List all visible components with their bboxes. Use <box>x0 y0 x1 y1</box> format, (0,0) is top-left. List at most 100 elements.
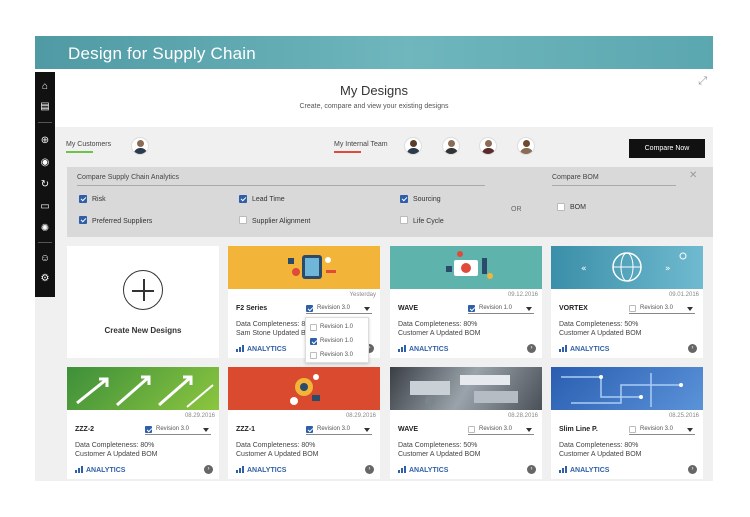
analytics-link-label: ANALYTICS <box>247 467 287 474</box>
arrow-right-icon[interactable]: › <box>365 465 374 474</box>
refresh-icon[interactable]: ↻ <box>38 178 52 192</box>
chevron-down-icon[interactable] <box>364 307 370 311</box>
team-avatar-4[interactable] <box>517 137 535 155</box>
design-thumbnail[interactable] <box>551 367 703 410</box>
analytics-link-label: ANALYTICS <box>570 467 610 474</box>
preferred-suppliers-checkbox[interactable] <box>79 216 87 224</box>
settings-icon[interactable]: ⚙ <box>38 272 52 286</box>
page-header: My Designs Create, compare and view your… <box>35 69 713 127</box>
chevron-down-icon[interactable] <box>526 307 532 311</box>
bar-chart-icon <box>236 345 244 352</box>
design-card[interactable]: 09.12.2016 WAVE Revision 1.0 Data Comple… <box>390 246 542 358</box>
analytics-link[interactable]: ANALYTICS <box>75 466 125 474</box>
compare-checkbox[interactable] <box>468 426 475 433</box>
team-avatar-1[interactable] <box>404 137 422 155</box>
arrow-right-icon[interactable]: › <box>527 465 536 474</box>
chevron-down-icon[interactable] <box>687 428 693 432</box>
compare-now-button[interactable]: Compare Now <box>629 139 705 158</box>
top-bar: Design for Supply Chain <box>35 36 713 69</box>
option-checkbox[interactable] <box>310 338 317 345</box>
design-card[interactable]: 08.28.2016 WAVE Revision 3.0 Data Comple… <box>390 367 542 479</box>
design-card[interactable]: 08.25.2016 Slim Line P. Revision 3.0 Dat… <box>551 367 703 479</box>
internal-team-underline <box>334 151 361 153</box>
lead-time-checkbox[interactable] <box>239 195 247 203</box>
design-thumbnail[interactable] <box>228 246 380 289</box>
analytics-link[interactable]: ANALYTICS <box>236 466 286 474</box>
revision-value: Revision 1.0 <box>479 305 513 311</box>
compare-checkbox[interactable] <box>629 305 636 312</box>
dashboard-icon[interactable]: ▤ <box>38 100 52 114</box>
arrow-right-icon[interactable]: › <box>527 344 536 353</box>
compare-checkbox[interactable] <box>306 426 313 433</box>
chevron-down-icon[interactable] <box>203 428 209 432</box>
data-completeness: Data Completeness: 50% <box>398 442 478 449</box>
data-completeness: Data Completeness: 80% <box>75 442 155 449</box>
option-checkbox[interactable] <box>310 324 317 331</box>
arrow-right-icon[interactable]: › <box>688 344 697 353</box>
team-avatar-3[interactable] <box>479 137 497 155</box>
metal-parts-illustration-icon <box>410 375 518 406</box>
design-thumbnail[interactable] <box>390 246 542 289</box>
sourcing-checkbox[interactable] <box>400 195 408 203</box>
update-note: Customer A Updated BOM <box>75 451 158 458</box>
arrow-right-icon[interactable]: › <box>204 465 213 474</box>
revision-select[interactable]: Revision 3.0 <box>468 425 534 435</box>
risk-checkbox[interactable] <box>79 195 87 203</box>
compare-checkbox[interactable] <box>468 305 475 312</box>
compare-checkbox[interactable] <box>145 426 152 433</box>
life-cycle-checkbox[interactable] <box>400 216 408 224</box>
compare-checkbox[interactable] <box>306 305 313 312</box>
internal-team-label[interactable]: My Internal Team <box>334 141 388 148</box>
chevron-down-icon[interactable] <box>364 428 370 432</box>
card-date: 08.28.2016 <box>507 413 538 419</box>
design-thumbnail[interactable] <box>67 367 219 410</box>
analytics-link[interactable]: ANALYTICS <box>559 345 609 353</box>
home-icon[interactable]: ⌂ <box>38 80 52 94</box>
analytics-link[interactable]: ANALYTICS <box>398 466 448 474</box>
customer-avatar[interactable] <box>131 137 149 155</box>
chat-icon[interactable]: ◉ <box>38 156 52 170</box>
team-avatar-2[interactable] <box>442 137 460 155</box>
monitor-icon[interactable]: ▭ <box>38 200 52 214</box>
revision-select[interactable]: Revision 1.0 <box>468 304 534 314</box>
user-icon[interactable]: ☺ <box>38 252 52 266</box>
revision-select[interactable]: Revision 3.0 <box>306 304 372 314</box>
preferred-suppliers-label: Preferred Suppliers <box>92 218 153 225</box>
revision-select[interactable]: Revision 3.0 <box>629 425 695 435</box>
chevron-down-icon[interactable] <box>687 307 693 311</box>
plus-icon[interactable] <box>123 270 163 310</box>
card-name: Slim Line P. <box>559 426 598 433</box>
design-card[interactable]: 08.29.2016 ZZZ-1 Revision 3.0 Data Compl… <box>228 367 380 479</box>
lead-time-label: Lead Time <box>252 196 285 203</box>
design-thumbnail[interactable] <box>228 367 380 410</box>
analytics-link-label: ANALYTICS <box>409 346 449 353</box>
close-icon[interactable]: ✕ <box>689 170 697 181</box>
supplier-alignment-checkbox[interactable] <box>239 216 247 224</box>
design-thumbnail[interactable]: « » <box>551 246 703 289</box>
analytics-link[interactable]: ANALYTICS <box>236 345 286 353</box>
revision-select[interactable]: Revision 3.0 <box>629 304 695 314</box>
revision-select[interactable]: Revision 3.0 <box>306 425 372 435</box>
option-checkbox[interactable] <box>310 352 317 359</box>
revision-select[interactable]: Revision 3.0 <box>145 425 211 435</box>
tech-illustration-icon <box>446 251 493 279</box>
sidebar-divider <box>38 242 52 243</box>
analytics-link[interactable]: ANALYTICS <box>398 345 448 353</box>
analytics-link-label: ANALYTICS <box>247 346 287 353</box>
option-label: Revision 1.0 <box>320 338 354 344</box>
analytics-link[interactable]: ANALYTICS <box>559 466 609 474</box>
chevron-down-icon[interactable] <box>526 428 532 432</box>
data-completeness: Data Completeness: 80% <box>236 442 316 449</box>
design-card[interactable]: 08.29.2016 ZZZ-2 Revision 3.0 Data Compl… <box>67 367 219 479</box>
customers-label[interactable]: My Customers <box>66 141 111 148</box>
design-thumbnail[interactable] <box>390 367 542 410</box>
create-new-design-card[interactable]: Create New Designs <box>67 246 219 358</box>
arrow-right-icon[interactable]: › <box>688 465 697 474</box>
gear-alt-icon[interactable]: ✺ <box>38 222 52 236</box>
design-card[interactable]: « » 09.01.2016 VORTEX Revision 3.0 Data … <box>551 246 703 358</box>
bom-checkbox[interactable] <box>557 203 565 211</box>
bar-chart-icon <box>75 466 83 473</box>
globe-icon[interactable]: ⊕ <box>38 134 52 148</box>
expand-icon[interactable]: ⤢ <box>698 75 707 88</box>
compare-checkbox[interactable] <box>629 426 636 433</box>
